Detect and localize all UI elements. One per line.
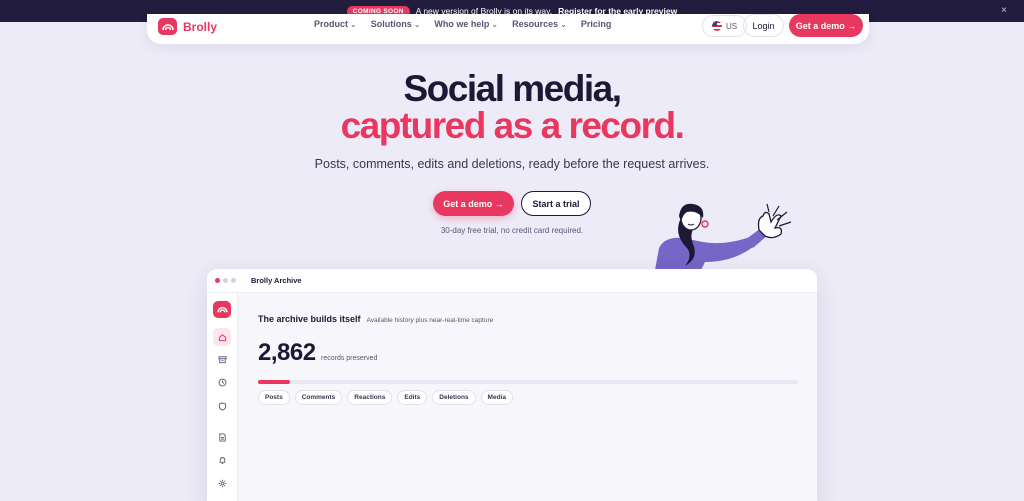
close-icon[interactable]: × — [1001, 5, 1007, 16]
get-demo-button[interactable]: Get a demo → — [433, 191, 514, 216]
nav-label: Solutions — [370, 19, 412, 29]
nav-label: Product — [314, 19, 349, 29]
panel-subtitle: Available history plus near-real-time ca… — [366, 317, 494, 324]
bell-icon[interactable] — [213, 451, 231, 469]
umbrella-icon — [213, 301, 231, 318]
clock-icon[interactable] — [213, 373, 231, 391]
chip-edits[interactable]: Edits — [397, 390, 428, 405]
nav-get-demo-button[interactable]: Get a demo → — [789, 14, 863, 37]
chip-reactions[interactable]: Reactions — [347, 390, 393, 405]
chip-media[interactable]: Media — [480, 390, 513, 405]
hero-subtitle: Posts, comments, edits and deletions, re… — [314, 157, 710, 171]
locale-selector[interactable]: US — [702, 15, 748, 37]
chevron-down-icon: ⌄ — [491, 20, 499, 29]
nav-links: Product ⌄ Solutions ⌄ Who we help ⌄ Resourc… — [314, 19, 611, 29]
progress-bar — [258, 380, 798, 384]
window-minimize-dot[interactable] — [223, 278, 228, 283]
window-maximize-dot[interactable] — [231, 278, 236, 283]
app-sidebar — [207, 293, 238, 501]
document-icon[interactable] — [213, 428, 231, 446]
chevron-down-icon: ⌄ — [350, 20, 357, 29]
chip-posts[interactable]: Posts — [258, 390, 290, 405]
shield-icon[interactable] — [213, 397, 231, 415]
hero-title-line2: captured as a record. — [340, 105, 685, 146]
chip-deletions[interactable]: Deletions — [432, 390, 476, 405]
archive-icon[interactable] — [213, 350, 231, 368]
chevron-down-icon: ⌄ — [413, 20, 421, 29]
waving-person-illustration — [655, 203, 792, 270]
panel-header: The archive builds itself Available hist… — [258, 314, 493, 324]
window-titlebar: Brolly Archive — [207, 269, 817, 293]
progress-fill — [258, 380, 291, 384]
chip-comments[interactable]: Comments — [294, 390, 343, 405]
nav-label: Pricing — [580, 19, 612, 29]
nav-label: Resources — [512, 19, 559, 29]
archive-panel: The archive builds itself Available hist… — [238, 293, 817, 501]
window-title: Brolly Archive — [251, 276, 302, 285]
nav-item-resources[interactable]: Resources ⌄ — [512, 19, 567, 29]
app-window: Brolly Archive The archive builds itself… — [207, 269, 817, 501]
panel-title: The archive builds itself — [258, 314, 361, 324]
login-button[interactable]: Login — [743, 14, 784, 37]
nav-item-product[interactable]: Product ⌄ — [314, 19, 357, 29]
nav-item-pricing[interactable]: Pricing — [581, 19, 612, 29]
settings-icon[interactable] — [213, 474, 231, 492]
brand-logo[interactable]: Brolly — [158, 18, 217, 35]
locale-label: US — [726, 21, 738, 31]
window-close-dot[interactable] — [215, 278, 220, 283]
trial-note: 30-day free trial, no credit card requir… — [440, 226, 584, 235]
umbrella-icon — [158, 18, 177, 35]
nav-item-solutions[interactable]: Solutions ⌄ — [371, 19, 421, 29]
nav-item-who-we-help[interactable]: Who we help ⌄ — [434, 19, 498, 29]
records-label: records preserved — [321, 355, 378, 362]
chevron-down-icon: ⌄ — [560, 20, 567, 29]
nav-label: Who we help — [434, 19, 490, 29]
filter-chips: Posts Comments Reactions Edits Deletions… — [258, 390, 513, 405]
hero-title-line1: Social media, — [403, 68, 623, 109]
us-flag-icon — [712, 21, 722, 31]
main-nav: Brolly Product ⌄ Solutions ⌄ Who we help ⌄ … — [147, 14, 869, 44]
home-icon[interactable] — [213, 328, 231, 346]
brand-name: Brolly — [183, 19, 218, 34]
records-count: 2,862 — [258, 339, 316, 366]
start-trial-button[interactable]: Start a trial — [521, 191, 591, 216]
